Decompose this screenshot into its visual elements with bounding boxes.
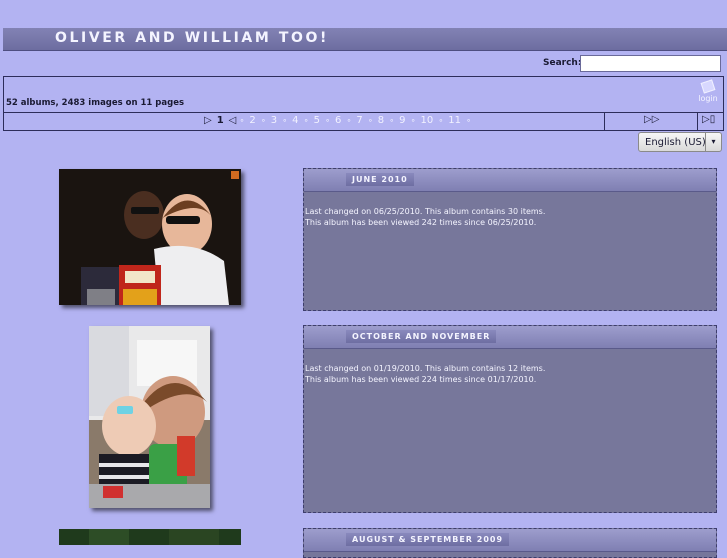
album-thumbnail[interactable] — [59, 169, 241, 305]
page-separator: ∘ — [260, 116, 266, 125]
stats-text: 52 albums, 2483 images on 11 pages — [6, 98, 185, 108]
album-header: JUNE 2010 — [304, 169, 716, 192]
search-input[interactable] — [580, 55, 721, 72]
album-description: Last changed on 01/19/2010. This album c… — [305, 363, 545, 385]
login-button[interactable]: login — [696, 79, 720, 103]
page-links: ∘ 2 ∘ 3 ∘ 4 ∘ 5 ∘ 6 ∘ 7 ∘ 8 ∘ 9 ∘ 10 ∘ 11 ∘ — [239, 115, 476, 126]
album-panel: AUGUST & SEPTEMBER 2009 — [303, 528, 717, 558]
pagination-bar: ▷ 1 ◁ ∘ 2 ∘ 3 ∘ 4 ∘ 5 ∘ 6 ∘ 7 ∘ 8 ∘ 9 ∘ 10 ∘ 11 ∘ ▷▷ ▷▯ — [3, 113, 724, 131]
site-header: OLIVER AND WILLIAM TOO! — [3, 28, 727, 51]
next-page-button[interactable]: ▷▷ — [644, 114, 659, 125]
current-page: 1 — [216, 115, 224, 126]
album-title[interactable]: OCTOBER AND NOVEMBER — [346, 330, 497, 343]
album-panel: JUNE 2010 Last changed on 06/25/2010. Th… — [303, 168, 717, 311]
page-link-11[interactable]: 11 — [448, 115, 461, 126]
page-separator: ∘ — [367, 116, 373, 125]
album-photo-image[interactable] — [59, 529, 241, 545]
page-separator: ∘ — [324, 116, 330, 125]
page-link-4[interactable]: 4 — [292, 115, 298, 126]
login-label[interactable]: login — [696, 94, 720, 103]
album-header: OCTOBER AND NOVEMBER — [304, 326, 716, 349]
page-separator: ∘ — [389, 116, 395, 125]
page-separator: ∘ — [303, 116, 309, 125]
page-link-7[interactable]: 7 — [356, 115, 362, 126]
page-link-6[interactable]: 6 — [335, 115, 341, 126]
language-select[interactable]: English (US) ▾ — [638, 132, 722, 152]
album-title[interactable]: JUNE 2010 — [346, 173, 414, 186]
page-separator: ∘ — [282, 116, 288, 125]
album-title[interactable]: AUGUST & SEPTEMBER 2009 — [346, 533, 510, 546]
page-list: ▷ 1 ◁ ∘ 2 ∘ 3 ∘ 4 ∘ 5 ∘ 6 ∘ 7 ∘ 8 ∘ 9 ∘ 10 ∘ 11 ∘ — [204, 115, 481, 126]
page-separator: ∘ — [438, 116, 444, 125]
stats-bar: 52 albums, 2483 images on 11 pages login — [3, 76, 724, 113]
page-link-3[interactable]: 3 — [271, 115, 277, 126]
prev-page-arrow-icon[interactable]: ◁ — [229, 115, 237, 126]
page-link-9[interactable]: 9 — [399, 115, 405, 126]
album-thumbnail[interactable] — [59, 529, 241, 545]
album-panel: OCTOBER AND NOVEMBER Last changed on 01/… — [303, 325, 717, 513]
first-page-arrow-icon[interactable]: ▷ — [204, 115, 212, 126]
language-selected: English (US) — [645, 137, 706, 148]
page-separator: ∘ — [346, 116, 352, 125]
album-photo-image[interactable] — [89, 326, 210, 508]
page-link-10[interactable]: 10 — [421, 115, 434, 126]
page-link-2[interactable]: 2 — [249, 115, 255, 126]
album-thumbnail[interactable] — [89, 326, 210, 508]
page-separator: ∘ — [466, 116, 472, 125]
pager-divider — [697, 113, 698, 130]
chevron-down-icon[interactable]: ▾ — [705, 133, 721, 151]
pager-divider — [604, 113, 605, 130]
album-header: AUGUST & SEPTEMBER 2009 — [304, 529, 716, 552]
page-separator: ∘ — [239, 116, 245, 125]
last-page-button[interactable]: ▷▯ — [702, 114, 715, 125]
login-icon[interactable] — [700, 79, 716, 94]
album-info-line: This album has been viewed 224 times sin… — [305, 375, 537, 384]
page-link-5[interactable]: 5 — [314, 115, 320, 126]
page-link-8[interactable]: 8 — [378, 115, 384, 126]
album-info-line: This album has been viewed 242 times sin… — [305, 218, 537, 227]
album-info-line: Last changed on 06/25/2010. This album c… — [305, 207, 546, 216]
album-description: Last changed on 06/25/2010. This album c… — [305, 206, 545, 228]
album-photo-image[interactable] — [59, 169, 241, 305]
page-separator: ∘ — [410, 116, 416, 125]
search-label: Search: — [543, 58, 582, 68]
album-info-line: Last changed on 01/19/2010. This album c… — [305, 364, 546, 373]
site-title[interactable]: OLIVER AND WILLIAM TOO! — [55, 30, 329, 46]
